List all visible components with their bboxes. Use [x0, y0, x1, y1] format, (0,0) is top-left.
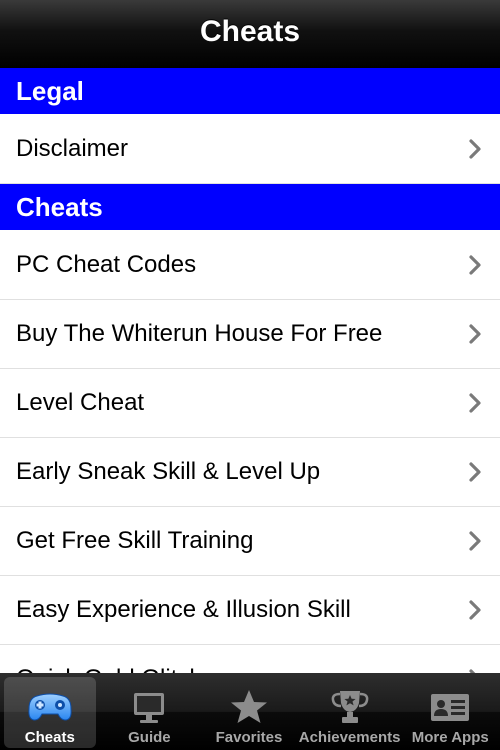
gamepad-icon — [28, 693, 72, 721]
list-item-early-sneak-skill[interactable]: Early Sneak Skill & Level Up — [0, 438, 500, 507]
list-item-pc-cheat-codes[interactable]: PC Cheat Codes — [0, 230, 500, 300]
tab-guide[interactable]: Guide — [100, 673, 200, 750]
contact-card-icon — [431, 694, 470, 721]
tab-label: Guide — [128, 729, 171, 746]
section-header-cheats: Cheats — [0, 184, 500, 230]
tab-label: More Apps — [411, 729, 489, 746]
trophy-icon — [331, 691, 368, 723]
tab-achievements[interactable]: Achievements — [298, 673, 401, 750]
list-item-quick-gold-glitch[interactable]: Quick Gold Glitch — [0, 645, 500, 673]
chevron-right-icon — [469, 324, 481, 344]
chevron-right-icon — [469, 462, 481, 482]
monitor-icon — [134, 693, 165, 723]
tab-label: Favorites — [215, 729, 283, 746]
list-item-label: Early Sneak Skill & Level Up — [16, 458, 321, 485]
list-item-free-skill-training[interactable]: Get Free Skill Training — [0, 507, 500, 576]
list-item-label: Easy Experience & Illusion Skill — [16, 596, 351, 623]
navigation-bar: Cheats — [0, 0, 500, 69]
tab-cheats[interactable]: Cheats — [0, 673, 100, 750]
chevron-right-icon — [469, 393, 481, 413]
list-item-label: Level Cheat — [16, 389, 145, 416]
section-header-legal: Legal — [0, 68, 500, 114]
list-item-label: Get Free Skill Training — [16, 527, 254, 554]
list-item-label: Disclaimer — [16, 134, 129, 162]
cheats-table-view[interactable]: Legal Disclaimer Cheats PC Cheat Codes B… — [0, 68, 500, 673]
list-item-disclaimer[interactable]: Disclaimer — [0, 114, 500, 184]
chevron-right-icon — [469, 138, 481, 159]
list-item-label: Buy The Whiterun House For Free — [16, 320, 383, 347]
tab-bar: Cheats Guide Favorites Achievements More… — [0, 673, 500, 750]
list-item-whiterun-house[interactable]: Buy The Whiterun House For Free — [0, 300, 500, 369]
tab-more-apps[interactable]: More Apps — [400, 673, 500, 750]
chevron-right-icon — [469, 600, 481, 620]
list-item-easy-experience[interactable]: Easy Experience & Illusion Skill — [0, 576, 500, 645]
tab-label: Cheats — [24, 729, 75, 746]
tab-favorites[interactable]: Favorites — [199, 673, 299, 750]
list-item-label: Quick Gold Glitch — [16, 665, 468, 673]
chevron-right-icon — [469, 254, 481, 275]
list-item-level-cheat[interactable]: Level Cheat — [0, 369, 500, 438]
chevron-right-icon — [469, 531, 481, 551]
page-title: Cheats — [199, 15, 301, 48]
star-icon — [230, 690, 267, 723]
tab-label: Achievements — [298, 729, 401, 746]
list-item-label: PC Cheat Codes — [16, 250, 197, 278]
